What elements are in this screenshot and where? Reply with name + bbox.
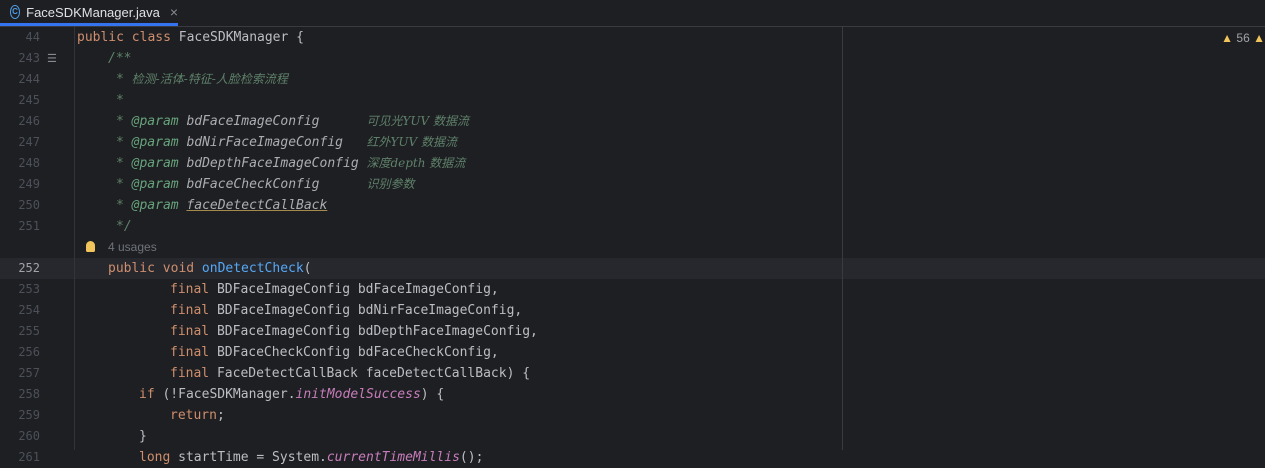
- line-number: 253: [18, 282, 40, 296]
- code-text: long startTime = System.currentTimeMilli…: [139, 450, 484, 465]
- code-text: * @param bdFaceImageConfig 可见光YUV 数据流: [116, 114, 470, 129]
- line-number: 254: [18, 303, 40, 317]
- line-number: 250: [18, 198, 40, 212]
- usages-hint[interactable]: 4 usages: [108, 237, 157, 258]
- code-text: * @param bdFaceCheckConfig 识别参数: [116, 177, 415, 192]
- line-number: 248: [18, 156, 40, 170]
- line-number: 44: [25, 30, 40, 44]
- line-number: 243: [18, 51, 40, 65]
- code-text: * @param bdNirFaceImageConfig 红外YUV 数据流: [116, 135, 458, 150]
- code-text: *: [116, 93, 124, 108]
- inspection-widget[interactable]: ▲ 56 ▲: [1221, 31, 1265, 45]
- code-editor[interactable]: 44 public class FaceSDKManager { 243 ☰ /…: [0, 27, 1265, 465]
- code-vision-line: 4 usages: [0, 237, 1265, 258]
- line-number: 256: [18, 345, 40, 359]
- code-line[interactable]: 246 * @param bdFaceImageConfig 可见光YUV 数据…: [0, 111, 1265, 132]
- code-line[interactable]: 249 * @param bdFaceCheckConfig 识别参数: [0, 174, 1265, 195]
- code-line[interactable]: 251 */: [0, 216, 1265, 237]
- code-text: final FaceDetectCallBack faceDetectCallB…: [170, 366, 531, 381]
- code-text: public void onDetectCheck(: [108, 261, 312, 276]
- code-line[interactable]: 243 ☰ /**: [0, 48, 1265, 69]
- editor-tab-bar: C FaceSDKManager.java ×: [0, 0, 1265, 27]
- line-number: 261: [18, 450, 40, 464]
- code-line[interactable]: 250 * @param faceDetectCallBack: [0, 195, 1265, 216]
- tab-title: FaceSDKManager.java: [26, 4, 160, 20]
- code-line[interactable]: 245 *: [0, 90, 1265, 111]
- line-number: 257: [18, 366, 40, 380]
- code-line[interactable]: 244 * 检测-活体-特征-人脸检索流程: [0, 69, 1265, 90]
- warning-icon-2: ▲: [1253, 31, 1265, 45]
- right-margin-guide: [842, 27, 843, 450]
- code-line[interactable]: 247 * @param bdNirFaceImageConfig 红外YUV …: [0, 132, 1265, 153]
- line-number: 252: [18, 261, 40, 275]
- code-line[interactable]: 248 * @param bdDepthFaceImageConfig 深度de…: [0, 153, 1265, 174]
- code-line[interactable]: 260 }: [0, 426, 1265, 447]
- line-number: 246: [18, 114, 40, 128]
- code-line[interactable]: 257 final FaceDetectCallBack faceDetectC…: [0, 363, 1265, 384]
- code-text: final BDFaceImageConfig bdNirFaceImageCo…: [170, 303, 523, 318]
- code-text: final BDFaceCheckConfig bdFaceCheckConfi…: [170, 345, 499, 360]
- code-text: return;: [170, 408, 225, 423]
- code-text: final BDFaceImageConfig bdDepthFaceImage…: [170, 324, 538, 339]
- code-text: if (!FaceSDKManager.initModelSuccess) {: [139, 387, 445, 402]
- line-number: 258: [18, 387, 40, 401]
- code-text: final BDFaceImageConfig bdFaceImageConfi…: [170, 282, 499, 297]
- line-number: 255: [18, 324, 40, 338]
- close-icon[interactable]: ×: [170, 4, 178, 20]
- warning-count: 56: [1236, 31, 1250, 45]
- line-number: 259: [18, 408, 40, 422]
- code-line[interactable]: 254 final BDFaceImageConfig bdNirFaceIma…: [0, 300, 1265, 321]
- line-number: 251: [18, 219, 40, 233]
- line-number: 247: [18, 135, 40, 149]
- code-text: }: [139, 429, 147, 444]
- code-text: /**: [108, 51, 132, 66]
- code-line[interactable]: 253 final BDFaceImageConfig bdFaceImageC…: [0, 279, 1265, 300]
- code-line[interactable]: 261 long startTime = System.currentTimeM…: [0, 447, 1265, 468]
- lightbulb-icon[interactable]: [86, 241, 95, 252]
- code-line[interactable]: 258 if (!FaceSDKManager.initModelSuccess…: [0, 384, 1265, 405]
- line-number: 244: [18, 72, 40, 86]
- line-number: 249: [18, 177, 40, 191]
- active-tab-indicator: [0, 23, 178, 26]
- code-text: */: [116, 219, 132, 234]
- line-number: 260: [18, 429, 40, 443]
- code-line-current[interactable]: 252 public void onDetectCheck(: [0, 258, 1265, 279]
- tab-face-sdk-manager[interactable]: C FaceSDKManager.java ×: [0, 0, 178, 26]
- gutter-separator: [74, 27, 75, 450]
- code-line[interactable]: 255 final BDFaceImageConfig bdDepthFaceI…: [0, 321, 1265, 342]
- sticky-line[interactable]: 44 public class FaceSDKManager {: [0, 27, 1265, 48]
- sticky-code: public class FaceSDKManager {: [77, 30, 304, 45]
- code-line[interactable]: 256 final BDFaceCheckConfig bdFaceCheckC…: [0, 342, 1265, 363]
- code-text: * @param faceDetectCallBack: [116, 198, 328, 213]
- code-text: * 检测-活体-特征-人脸检索流程: [116, 72, 288, 87]
- line-number: 245: [18, 93, 40, 107]
- warning-icon: ▲: [1221, 31, 1234, 45]
- doc-render-icon[interactable]: ☰: [47, 48, 57, 69]
- java-class-icon: C: [10, 5, 21, 19]
- code-line[interactable]: 259 return;: [0, 405, 1265, 426]
- code-text: * @param bdDepthFaceImageConfig 深度depth …: [116, 156, 466, 171]
